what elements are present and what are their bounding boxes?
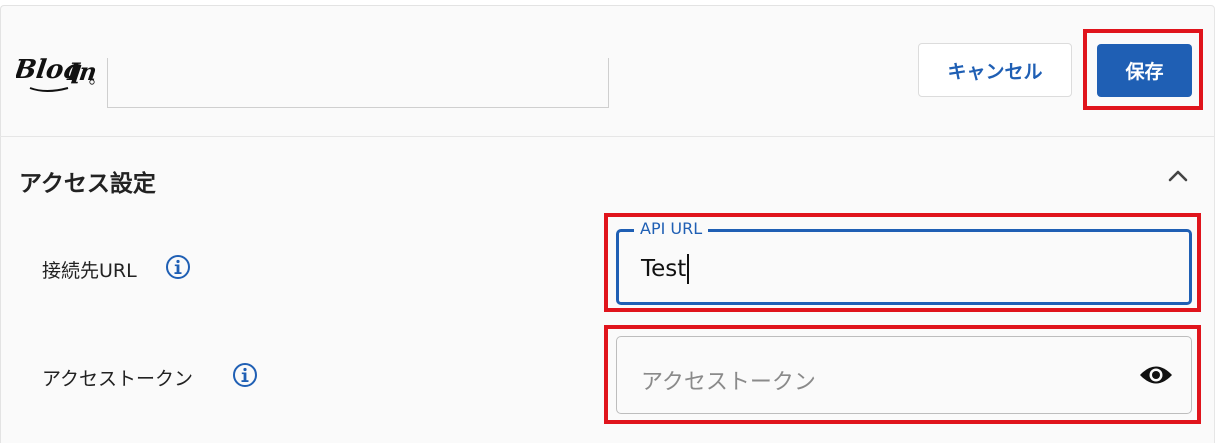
page: Bloq In キャンセル 保存 アクセス設定 接続先URL API URL T… — [0, 0, 1228, 443]
info-icon[interactable] — [232, 362, 258, 388]
api-url-label: 接続先URL — [42, 260, 137, 282]
api-url-value-wrap[interactable]: Test — [641, 254, 690, 284]
save-button[interactable]: 保存 — [1097, 44, 1192, 97]
bloqin-logo: Bloq In — [16, 54, 98, 92]
api-url-legend: API URL — [634, 219, 709, 238]
cancel-button[interactable]: キャンセル — [918, 43, 1072, 97]
header-divider — [0, 136, 1215, 137]
chevron-up-icon[interactable] — [1165, 163, 1191, 189]
access-token-label: アクセストークン — [42, 368, 194, 390]
title-input-edge[interactable] — [107, 58, 609, 108]
eye-icon[interactable] — [1138, 362, 1174, 388]
api-url-value[interactable]: Test — [641, 256, 686, 282]
info-icon[interactable] — [165, 254, 191, 280]
svg-text:In: In — [65, 57, 98, 86]
access-token-placeholder[interactable]: アクセストークン — [641, 364, 816, 396]
section-title: アクセス設定 — [19, 171, 156, 197]
text-caret — [687, 254, 690, 284]
api-url-field[interactable] — [616, 229, 1192, 305]
